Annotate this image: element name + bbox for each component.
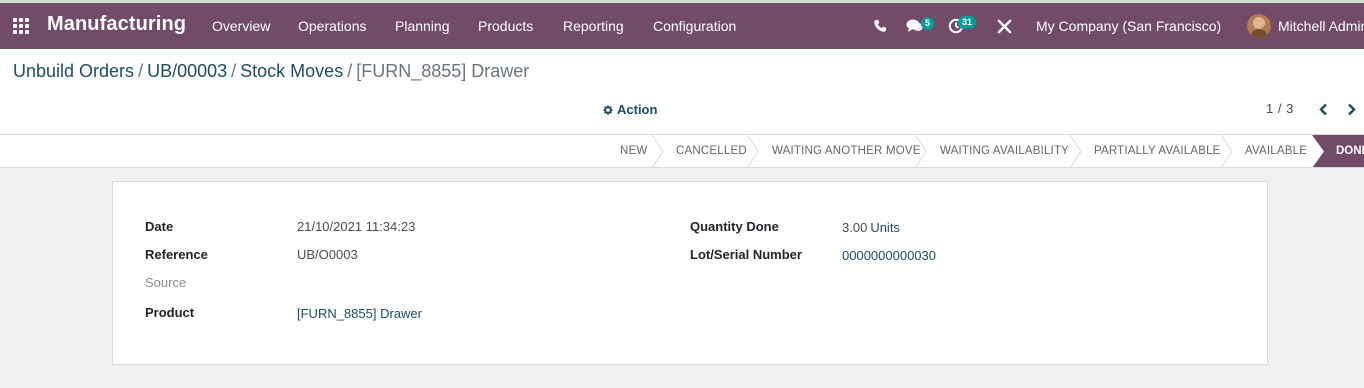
stage-new[interactable]: NEW — [620, 135, 647, 167]
activities-badge: 31 — [958, 16, 977, 29]
stage-arrow-separator — [914, 135, 927, 167]
quantity-done-number: 3.00 — [842, 220, 868, 235]
stage-waiting-another-move[interactable]: WAITING ANOTHER MOVE — [772, 135, 921, 167]
lot-serial-link[interactable]: 0000000000030 — [842, 248, 936, 263]
reference-label: Reference — [145, 247, 208, 262]
status-bar: NEW CANCELLED WAITING ANOTHER MOVE WAITI… — [0, 135, 1364, 168]
stage-cancelled[interactable]: CANCELLED — [676, 135, 747, 167]
date-label: Date — [145, 219, 174, 234]
quantity-done-label: Quantity Done — [690, 219, 779, 234]
stage-available[interactable]: AVAILABLE — [1245, 135, 1307, 167]
breadcrumb-unbuild-orders[interactable]: Unbuild Orders — [13, 61, 134, 81]
breadcrumb-separator: / — [347, 61, 353, 81]
control-panel: Unbuild Orders / UB/00003/Stock Moves / [FUR… — [0, 49, 1364, 135]
breadcrumb-separator: / — [231, 61, 237, 81]
phone-icon[interactable] — [873, 16, 887, 36]
stage-partially-available[interactable]: PARTIALLY AVAILABLE — [1094, 135, 1221, 167]
menu-configuration[interactable]: Configuration — [653, 18, 736, 34]
chevron-right-icon — [1347, 103, 1356, 115]
breadcrumb: Unbuild Orders / UB/00003/Stock Moves / [FUR… — [13, 61, 529, 82]
breadcrumb-unbuild-order[interactable]: UB/00003 — [147, 61, 227, 81]
date-value: 21/10/2021 11:34:23 — [297, 219, 416, 234]
stage-done-active[interactable]: DONE — [1312, 135, 1364, 167]
stage-arrow-separator — [651, 135, 664, 167]
quantity-unit-link[interactable]: Units — [870, 220, 900, 235]
breadcrumb-current: [FURN_8855] Drawer — [356, 61, 530, 81]
pager-value[interactable]: 1 / 3 — [1266, 101, 1294, 116]
lot-serial-label: Lot/Serial Number — [690, 247, 802, 262]
pager-previous-button[interactable] — [1316, 101, 1330, 117]
company-switcher[interactable]: My Company (San Francisco) — [1036, 18, 1221, 34]
menu-planning[interactable]: Planning — [395, 18, 450, 34]
action-button[interactable]: Action — [603, 102, 657, 117]
apps-menu-icon[interactable] — [13, 18, 29, 34]
action-label: Action — [617, 102, 658, 117]
stage-arrow-separator — [1069, 135, 1082, 167]
stage-arrow-separator — [1220, 135, 1233, 167]
product-link[interactable]: [FURN_8855] Drawer — [297, 306, 422, 321]
stage-waiting-availability[interactable]: WAITING AVAILABILITY — [940, 135, 1069, 167]
menu-reporting[interactable]: Reporting — [563, 18, 624, 34]
tools-icon[interactable] — [997, 16, 1012, 36]
chevron-left-icon — [1318, 103, 1327, 115]
stage-arrow-separator — [746, 135, 759, 167]
gear-icon — [603, 104, 613, 115]
menu-overview[interactable]: Overview — [212, 18, 270, 34]
form-sheet: Date 21/10/2021 11:34:23 Reference UB/O0… — [112, 181, 1268, 365]
user-avatar[interactable] — [1247, 14, 1271, 38]
breadcrumb-separator: / — [138, 61, 144, 81]
breadcrumb-stock-moves[interactable]: Stock Moves — [240, 61, 343, 81]
user-menu[interactable]: Mitchell Admin — [1278, 18, 1364, 34]
reference-value: UB/O0003 — [297, 247, 358, 262]
top-navbar: Manufacturing Overview Operations Planni… — [0, 0, 1364, 49]
pager-next-button[interactable] — [1344, 101, 1358, 117]
quantity-done-value: 3.00 Units — [842, 220, 900, 235]
menu-products[interactable]: Products — [478, 18, 533, 34]
app-title[interactable]: Manufacturing — [47, 13, 186, 36]
menu-operations[interactable]: Operations — [298, 18, 366, 34]
product-label: Product — [145, 305, 195, 320]
messages-badge: 5 — [921, 17, 935, 30]
source-label: Source — [145, 275, 187, 290]
